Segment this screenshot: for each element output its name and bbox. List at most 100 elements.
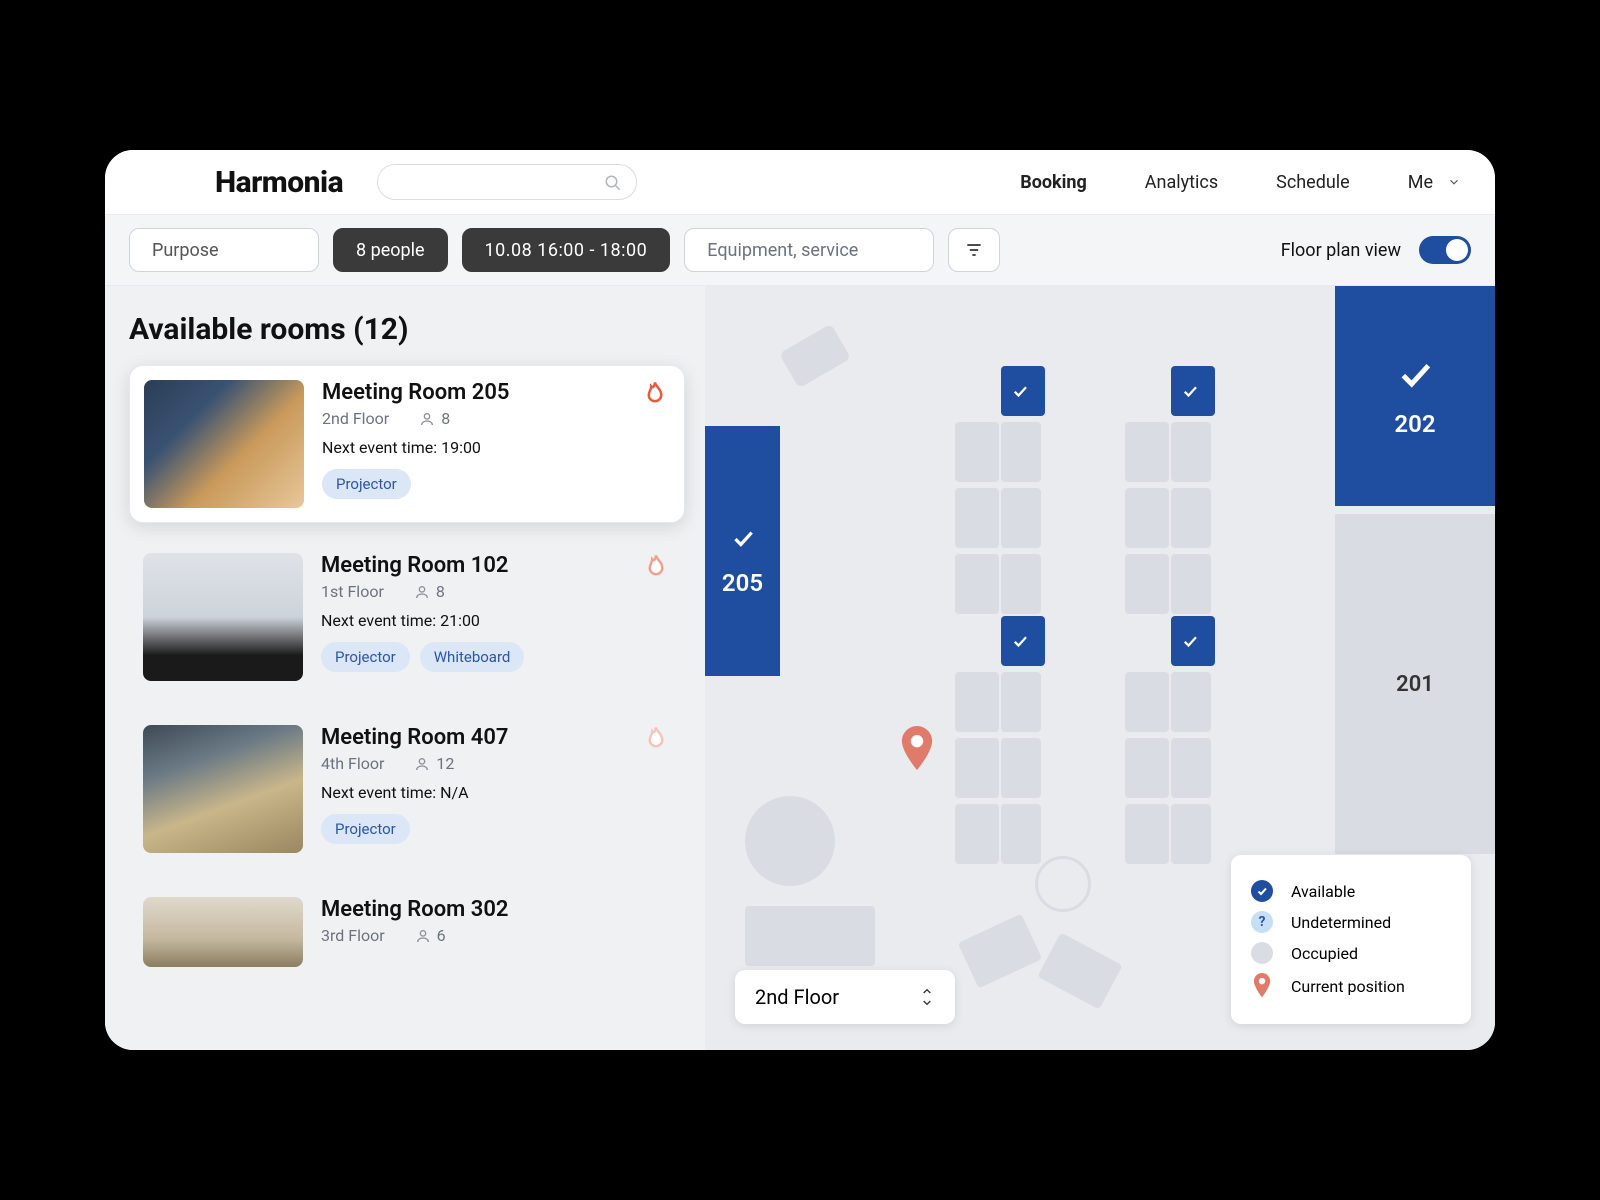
nav-booking[interactable]: Booking — [1020, 172, 1087, 193]
filter-people[interactable]: 8 people — [333, 228, 448, 272]
filter-equipment[interactable]: Equipment, service — [684, 228, 934, 272]
topbar: Harmonia Booking Analytics Schedule Me — [105, 150, 1495, 214]
room-tag: Projector — [321, 642, 410, 672]
legend-dot-occupied — [1251, 942, 1273, 964]
room-tags: Projector Whiteboard — [321, 642, 671, 672]
room-tags: Projector — [322, 469, 670, 499]
legend-label: Undetermined — [1291, 913, 1391, 932]
chevron-updown-icon — [919, 986, 935, 1008]
room-thumbnail — [143, 725, 303, 853]
desk-occupied — [1171, 488, 1211, 548]
current-position-pin — [900, 726, 934, 770]
desk-available[interactable] — [1001, 616, 1045, 666]
room-name: Meeting Room 407 — [321, 725, 671, 750]
room-card[interactable]: Meeting Room 205 2nd Floor 8 Next event … — [129, 365, 685, 523]
desk-occupied — [1001, 738, 1041, 798]
room-tag: Projector — [321, 814, 410, 844]
popular-icon — [640, 380, 670, 410]
legend-item-available: Available — [1251, 880, 1451, 902]
desk-available[interactable] — [1001, 366, 1045, 416]
desk-cluster — [1125, 366, 1211, 614]
nav-me[interactable]: Me — [1408, 172, 1461, 193]
room-floor: 1st Floor — [321, 582, 384, 601]
floorplan-panel[interactable]: 205 202 201 — [705, 286, 1495, 1050]
desk-occupied — [1171, 738, 1211, 798]
filter-icon — [964, 240, 984, 260]
room-capacity-value: 8 — [441, 409, 450, 428]
room-card[interactable]: Meeting Room 102 1st Floor 8 Next event … — [129, 539, 685, 695]
room-card-body: Meeting Room 302 3rd Floor 6 — [321, 897, 671, 967]
desk-occupied — [1001, 804, 1041, 864]
person-icon — [415, 928, 431, 944]
body: Available rooms (12) Meeting Room 205 2n… — [105, 286, 1495, 1050]
desk-cluster — [955, 366, 1041, 614]
filter-more-button[interactable] — [948, 228, 1000, 272]
room-list-title: Available rooms (12) — [129, 312, 685, 347]
room-name: Meeting Room 205 — [322, 380, 670, 405]
nav-analytics[interactable]: Analytics — [1145, 172, 1218, 193]
desk-available[interactable] — [1171, 366, 1215, 416]
filter-purpose[interactable]: Purpose — [129, 228, 319, 272]
room-next-event: Next event time: 21:00 — [321, 611, 671, 630]
desk-occupied — [1125, 672, 1169, 732]
floorplan-shape — [958, 914, 1043, 989]
legend-dot-undetermined: ? — [1251, 911, 1273, 933]
search-icon — [604, 174, 622, 192]
floorplan-toggle[interactable] — [1419, 236, 1471, 264]
legend-item-undetermined: ? Undetermined — [1251, 911, 1451, 933]
legend-label: Occupied — [1291, 944, 1358, 963]
legend-item-occupied: Occupied — [1251, 942, 1451, 964]
room-meta: 2nd Floor 8 — [322, 409, 670, 428]
room-capacity-value: 12 — [436, 754, 454, 773]
desk-available[interactable] — [1171, 616, 1215, 666]
desk-occupied — [1001, 488, 1041, 548]
floorplan-shape — [745, 796, 835, 886]
room-floor: 2nd Floor — [322, 409, 389, 428]
room-floor: 3rd Floor — [321, 926, 385, 945]
room-meta: 3rd Floor 6 — [321, 926, 671, 945]
desk-occupied — [1171, 554, 1211, 614]
room-next-event: Next event time: N/A — [321, 783, 671, 802]
floor-selector-value: 2nd Floor — [755, 985, 839, 1009]
nav-me-label: Me — [1408, 172, 1433, 193]
desk-occupied — [955, 422, 999, 482]
room-capacity-value: 6 — [437, 926, 446, 945]
floor-selector[interactable]: 2nd Floor — [735, 970, 955, 1024]
room-card[interactable]: Meeting Room 407 4th Floor 12 Next event… — [129, 711, 685, 867]
floorplan-room-205[interactable]: 205 — [705, 426, 780, 676]
desk-cluster — [955, 616, 1041, 864]
room-capacity-value: 8 — [436, 582, 445, 601]
brand-logo: Harmonia — [215, 165, 343, 200]
legend-item-current: Current position — [1251, 973, 1451, 999]
floorplan-toggle-label: Floor plan view — [1281, 240, 1401, 261]
desk-occupied — [955, 804, 999, 864]
filter-datetime[interactable]: 10.08 16:00 - 18:00 — [462, 228, 671, 272]
floorplan-room-202[interactable]: 202 — [1335, 286, 1495, 506]
room-thumbnail — [143, 897, 303, 967]
desk-occupied — [955, 554, 999, 614]
check-icon — [1181, 632, 1199, 650]
nav-schedule[interactable]: Schedule — [1276, 172, 1350, 193]
room-name: Meeting Room 302 — [321, 897, 671, 922]
desk-occupied — [1171, 422, 1211, 482]
desk-occupied — [955, 488, 999, 548]
check-icon — [1181, 382, 1199, 400]
room-meta: 1st Floor 8 — [321, 582, 671, 601]
floorplan-room-201[interactable]: 201 — [1335, 514, 1495, 854]
room-card-body: Meeting Room 205 2nd Floor 8 Next event … — [322, 380, 670, 508]
desk-occupied — [1001, 422, 1041, 482]
room-next-event: Next event time: 19:00 — [322, 438, 670, 457]
room-card[interactable]: Meeting Room 302 3rd Floor 6 — [129, 883, 685, 981]
desk-occupied — [1125, 488, 1169, 548]
desk-occupied — [1171, 672, 1211, 732]
legend-label: Current position — [1291, 977, 1405, 996]
room-name: Meeting Room 102 — [321, 553, 671, 578]
popular-icon — [641, 725, 671, 755]
floorplan-shape — [1035, 856, 1091, 912]
floorplan-room-label: 205 — [722, 569, 763, 597]
search-input[interactable] — [377, 164, 637, 200]
app-window: Harmonia Booking Analytics Schedule Me P… — [105, 150, 1495, 1050]
desk-occupied — [1125, 738, 1169, 798]
floorplan-toggle-group: Floor plan view — [1281, 236, 1471, 264]
room-tag: Projector — [322, 469, 411, 499]
